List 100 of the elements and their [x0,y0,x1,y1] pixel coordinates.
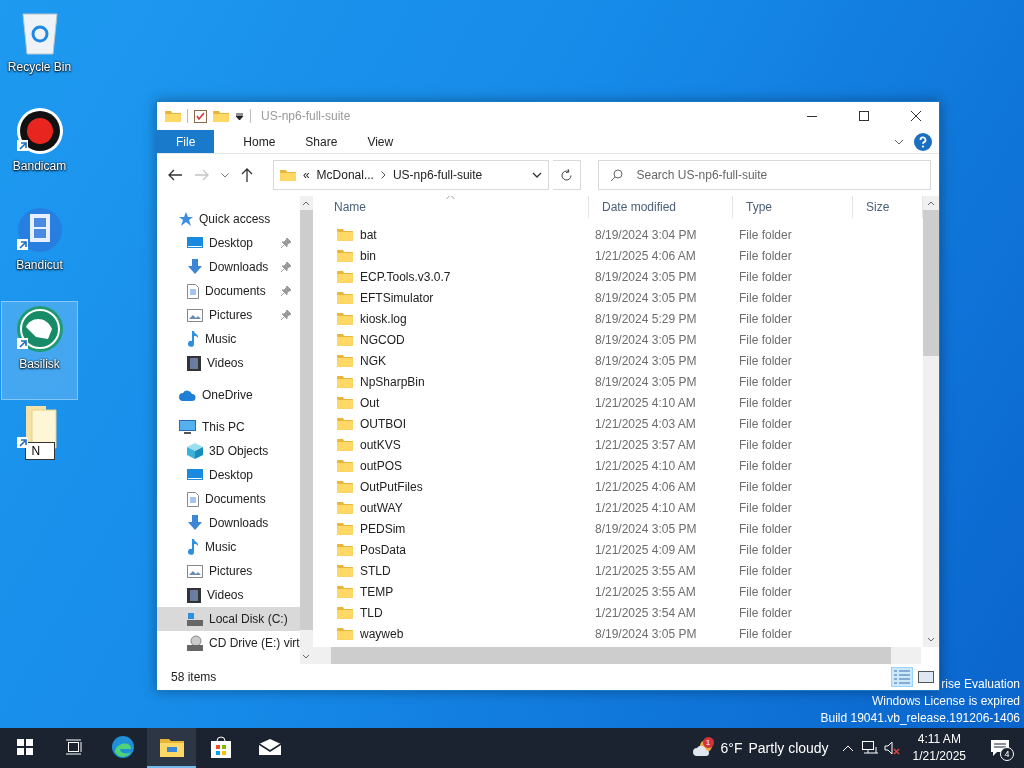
nav-item[interactable]: Videos [157,583,300,607]
cloud-icon [179,389,196,401]
file-name[interactable]: wayweb [360,626,404,641]
ribbon-tab[interactable]: Share [290,130,353,153]
nav-item[interactable]: Quick access [157,207,300,231]
drive-icon [187,612,203,626]
type-cell-text: File folder [738,437,793,452]
type-cell-text: File folder [738,374,793,389]
folder-icon [213,109,229,123]
date-cell-text: 1/21/2025 4:03 AM [594,416,697,431]
date-cell-text: 1/21/2025 4:10 AM [594,395,697,410]
nav-item[interactable]: Videos [157,351,300,375]
file-name[interactable]: Out [360,395,380,410]
download-icon [187,259,203,275]
caret-icon[interactable] [235,111,244,121]
file-name[interactable]: OutPutFiles [360,479,423,494]
file-name[interactable]: outWAY [360,500,403,515]
file-name[interactable]: PosData [360,542,407,557]
muted-speaker-icon [883,741,900,755]
column-header[interactable]: Date modified [589,196,733,218]
column-header[interactable]: Name [321,196,589,218]
nav-scrollbar[interactable] [299,196,313,664]
license-watermark-text: Build 19041.vb_release.191206-1406 [820,710,1020,727]
notifications-button[interactable]: 4 [976,728,1024,768]
properties-icon [194,109,207,123]
date-cell-text: 8/19/2024 3:05 PM [594,290,698,305]
date-cell-text: 1/21/2025 4:10 AM [594,458,697,473]
film-icon [15,206,64,254]
file-name[interactable]: NGCOD [360,332,405,347]
list-icon [894,670,910,684]
file-name[interactable]: ECP.Tools.v3.0.7 [360,269,451,284]
file-name[interactable]: NGK [360,353,386,368]
clock[interactable]: 4:11 AM 1/21/2025 [902,728,976,768]
date-cell-text: 1/21/2025 4:10 AM [594,500,697,515]
file-menu-button[interactable]: File [157,130,215,153]
desktop-icon [187,236,203,250]
search-field[interactable]: Search US-np6-full-suite [597,160,931,190]
date-cell-text: 1/21/2025 4:06 AM [594,248,697,263]
nav-item[interactable]: Desktop [157,231,300,255]
type-cell-text: File folder [738,605,793,620]
folder-icon [337,606,353,619]
notification-count: 4 [1000,747,1014,761]
date-cell-text: 1/21/2025 4:06 AM [594,479,697,494]
nav-item[interactable]: Documents [157,279,300,303]
nav-item[interactable]: This PC [157,415,300,439]
folder-icon [337,564,353,577]
file-name[interactable]: TLD [360,605,383,620]
address-bar[interactable]: « McDonal... US-np6-full-suite [272,160,550,190]
breadcrumb[interactable]: McDonal... [316,168,374,182]
document-icon [187,491,199,507]
nav-item[interactable]: Downloads [157,255,300,279]
refresh-button[interactable] [553,160,581,190]
ribbon-tab[interactable]: View [352,130,409,153]
file-name[interactable]: NpSharpBin [360,374,425,389]
nav-item[interactable]: OneDrive [157,383,300,407]
close-icon [911,111,921,121]
nav-item[interactable]: Music [157,327,300,351]
file-name[interactable]: STLD [360,563,391,578]
star-icon [179,212,193,226]
file-name[interactable]: PEDSim [360,521,406,536]
folder-icon [337,291,353,304]
chevron-down-icon[interactable] [532,172,543,178]
help-button[interactable] [911,130,935,154]
date-cell-text: 1/21/2025 3:55 AM [594,563,697,578]
ribbon-tab[interactable]: Home [228,130,291,153]
document-icon [187,283,199,299]
type-cell-text: File folder [738,290,793,305]
nav-item[interactable]: Documents [157,487,300,511]
file-list-scrollbar[interactable] [923,196,939,647]
date-cell-text: 1/21/2025 4:09 AM [594,542,697,557]
file-name[interactable]: kiosk.log [360,311,407,326]
column-header[interactable]: Type [733,196,853,218]
nav-item[interactable]: CD Drive (E:) virt [157,631,300,655]
breadcrumb[interactable]: US-np6-full-suite [392,168,483,182]
file-explorer-taskbar-icon[interactable] [147,728,196,768]
address-overflow[interactable]: « [302,168,310,182]
folder-icon [337,522,353,535]
file-name[interactable]: outPOS [360,458,403,473]
help-icon [914,133,932,151]
nav-item[interactable]: Local Disk (C:) [157,607,300,631]
film-icon [187,587,201,603]
nav-item[interactable]: Downloads [157,511,300,535]
nav-item[interactable]: Pictures [157,559,300,583]
file-name[interactable]: outKVS [360,437,401,452]
date-text: 1/21/2025 [912,748,966,765]
file-name[interactable]: TEMP [360,584,394,599]
weather-widget[interactable]: 1 6°F Partly cloudy [684,728,837,768]
rename-field[interactable]: N [24,442,55,460]
nav-item[interactable]: 3D Objects [157,439,300,463]
file-name[interactable]: OUTBOI [360,416,406,431]
file-name[interactable]: EFTSimulator [360,290,434,305]
nav-item[interactable]: Desktop [157,463,300,487]
chevron-right-icon [380,171,386,179]
horizontal-scrollbar[interactable] [313,647,921,664]
file-name[interactable]: bin [360,248,376,263]
date-cell-text: 1/21/2025 3:57 AM [594,437,697,452]
nav-item[interactable]: Pictures [157,303,300,327]
nav-item[interactable]: Music [157,535,300,559]
file-name[interactable]: bat [360,227,377,242]
date-cell-text: 8/19/2024 3:05 PM [594,332,698,347]
